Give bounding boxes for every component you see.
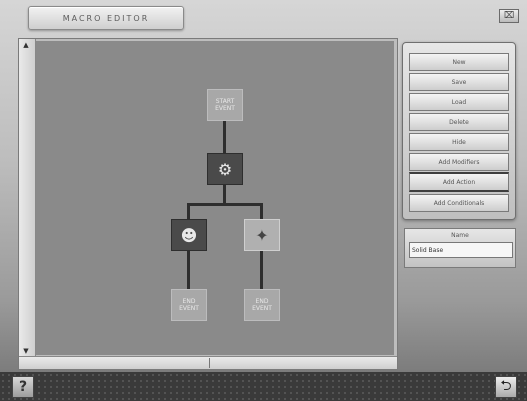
vertical-scrollbar[interactable]: ▲ ▼	[19, 39, 36, 357]
add-modifiers-button[interactable]: Add Modifiers	[409, 153, 509, 171]
connector-branch-right	[260, 203, 263, 219]
scroll-up-icon[interactable]: ▲	[22, 41, 30, 49]
connector-left-end	[187, 249, 190, 289]
connector-branch-left	[187, 203, 190, 219]
delete-button[interactable]: Delete	[409, 113, 509, 131]
connector-start-root	[223, 121, 226, 153]
sparkle-icon[interactable]: ✦	[244, 219, 280, 251]
name-panel: Name Solid Base	[404, 228, 516, 268]
end-event-node-right[interactable]: END EVENT	[244, 289, 280, 321]
scroll-thumb-divider	[209, 358, 210, 368]
load-button[interactable]: Load	[409, 93, 509, 111]
person-icon[interactable]: ☻	[171, 219, 207, 251]
name-input[interactable]: Solid Base	[409, 242, 513, 258]
connector-branch	[187, 203, 263, 206]
horizontal-scrollbar[interactable]	[19, 356, 397, 369]
help-icon[interactable]: ?	[12, 376, 34, 398]
exit-icon[interactable]: ⮌	[495, 376, 517, 398]
macro-canvas[interactable]: START EVENT ⚙ ☻ ✦ END EVENT END EVENT	[36, 41, 394, 355]
scroll-down-icon[interactable]: ▼	[22, 347, 30, 355]
bottom-bar	[0, 372, 527, 401]
end-event-node-left[interactable]: END EVENT	[171, 289, 207, 321]
close-icon[interactable]: ⌧	[499, 9, 519, 23]
add-action-button[interactable]: Add Action	[409, 172, 509, 192]
hide-button[interactable]: Hide	[409, 133, 509, 151]
connector-root-branch	[223, 183, 226, 205]
actions-panel: New Save Load Delete Hide Add Modifiers …	[402, 42, 516, 220]
start-event-node[interactable]: START EVENT	[207, 89, 243, 121]
window-title: MACRO EDITOR	[28, 6, 184, 30]
macro-canvas-frame: ▲ ▼ START EVENT ⚙ ☻ ✦ END EVENT END EVEN…	[18, 38, 398, 370]
add-conditionals-button[interactable]: Add Conditionals	[409, 194, 509, 212]
save-button[interactable]: Save	[409, 73, 509, 91]
connector-right-end	[260, 249, 263, 289]
name-label: Name	[451, 232, 469, 239]
robot-icon[interactable]: ⚙	[207, 153, 243, 185]
new-button[interactable]: New	[409, 53, 509, 71]
